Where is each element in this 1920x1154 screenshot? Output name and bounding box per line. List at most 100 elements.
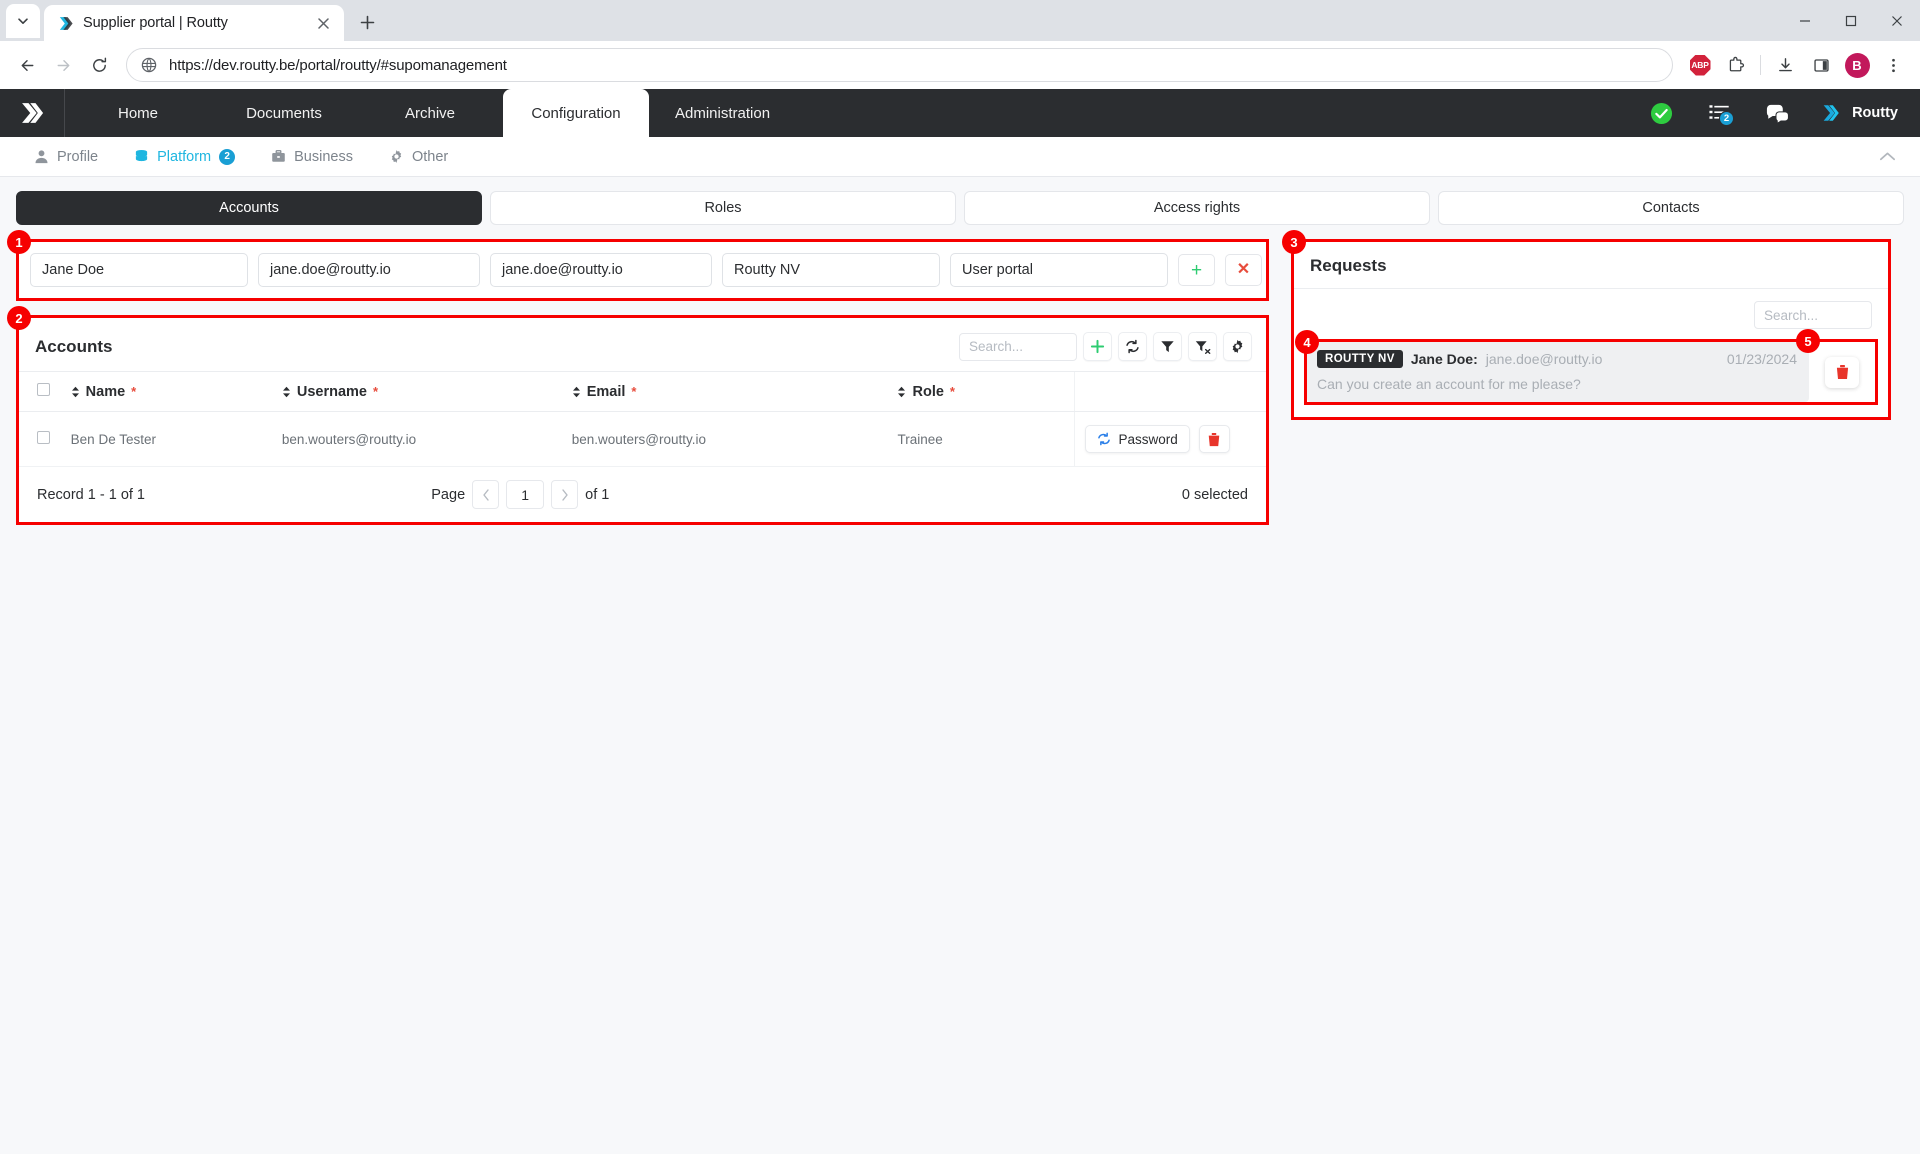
window-close-button[interactable] (1874, 0, 1920, 41)
subnav-item-platform[interactable]: Platform 2 (116, 137, 253, 177)
nav-item-configuration[interactable]: Configuration (503, 89, 649, 137)
column-header-role[interactable]: Role * (897, 372, 1075, 412)
request-date: 01/23/2024 (1727, 351, 1797, 367)
side-panel-button[interactable] (1804, 48, 1838, 82)
routty-chevron-logo-icon (1820, 101, 1842, 125)
page-total-label: of 1 (585, 487, 609, 503)
browser-chrome: Supplier portal | Routty (0, 0, 1920, 89)
delete-account-button[interactable] (1199, 425, 1230, 453)
next-page-button[interactable] (551, 480, 578, 509)
row-checkbox[interactable] (37, 431, 50, 444)
request-content[interactable]: ROUTTY NV Jane Doe: jane.doe@routty.io 0… (1307, 342, 1809, 402)
requests-card: Requests Search... 4 (1294, 242, 1888, 417)
request-email: jane.doe@routty.io (1486, 351, 1603, 367)
chat-button[interactable] (1748, 89, 1806, 137)
window-controls (1782, 0, 1920, 41)
nav-item-label: Documents (246, 105, 322, 122)
new-account-role-input[interactable]: User portal (950, 253, 1168, 287)
table-row[interactable]: Ben De Tester ben.wouters@routty.io ben.… (19, 412, 1266, 467)
accounts-card-region: 2 Accounts Search... (16, 315, 1269, 525)
reload-button[interactable] (82, 48, 116, 82)
tab-roles[interactable]: Roles (490, 191, 956, 225)
downloads-button[interactable] (1768, 48, 1802, 82)
column-header-name[interactable]: Name * (71, 372, 282, 412)
puzzle-icon (1727, 56, 1746, 75)
chevron-down-icon (17, 15, 29, 27)
nav-item-archive[interactable]: Archive (357, 89, 503, 137)
tab-search-dropdown-button[interactable] (6, 4, 40, 38)
back-button[interactable] (10, 48, 44, 82)
browser-tabstrip: Supplier portal | Routty (0, 0, 1920, 41)
clear-filter-button[interactable] (1188, 332, 1217, 361)
tab-contacts[interactable]: Contacts (1438, 191, 1904, 225)
tab-label: Roles (704, 200, 741, 216)
page-number-input[interactable]: 1 (506, 480, 544, 509)
accounts-table-body: Ben De Tester ben.wouters@routty.io ben.… (19, 412, 1266, 467)
new-tab-button[interactable] (350, 5, 384, 39)
annotation-badge-3: 3 (1282, 230, 1306, 254)
close-icon (1891, 15, 1903, 27)
sort-icon[interactable] (282, 386, 291, 398)
list-item[interactable]: ROUTTY NV Jane Doe: jane.doe@routty.io 0… (1307, 342, 1875, 402)
database-icon (134, 149, 149, 164)
window-maximize-button[interactable] (1828, 0, 1874, 41)
routty-chevron-logo-icon (18, 99, 46, 127)
refresh-icon (1097, 432, 1111, 446)
select-all-checkbox[interactable] (37, 383, 50, 396)
prev-page-button[interactable] (472, 480, 499, 509)
app-logo[interactable] (0, 89, 65, 137)
adblock-extension-button[interactable]: ABP (1683, 48, 1717, 82)
sort-icon[interactable] (897, 386, 906, 398)
search-placeholder: Search... (1764, 308, 1818, 323)
filter-button[interactable] (1153, 332, 1182, 361)
annotation-badge-4: 4 (1295, 330, 1319, 354)
column-header-email[interactable]: Email * (572, 372, 898, 412)
chrome-menu-button[interactable] (1876, 48, 1910, 82)
cell-actions: Password (1075, 412, 1266, 467)
new-account-email-input[interactable]: jane.doe@routty.io (490, 253, 712, 287)
required-marker: * (131, 385, 136, 398)
new-account-row-region: 1 Jane Doe jane.doe@routty.io jane.doe@r… (16, 239, 1269, 301)
new-account-username-input[interactable]: jane.doe@routty.io (258, 253, 480, 287)
reset-password-button[interactable]: Password (1085, 425, 1189, 453)
sort-icon[interactable] (572, 386, 581, 398)
new-account-company-input[interactable]: Routty NV (722, 253, 940, 287)
close-icon[interactable] (312, 12, 334, 34)
forward-button[interactable] (46, 48, 80, 82)
column-header-username[interactable]: Username * (282, 372, 572, 412)
extensions-button[interactable] (1719, 48, 1753, 82)
tab-access-rights[interactable]: Access rights (964, 191, 1430, 225)
nav-item-documents[interactable]: Documents (211, 89, 357, 137)
tab-accounts[interactable]: Accounts (16, 191, 482, 225)
user-menu-button[interactable]: Routty (1806, 101, 1898, 125)
tasks-button[interactable]: 2 (1690, 89, 1748, 137)
grid-settings-button[interactable] (1223, 332, 1252, 361)
nav-item-administration[interactable]: Administration (649, 89, 796, 137)
sort-icon[interactable] (71, 386, 80, 398)
new-account-name-input[interactable]: Jane Doe (30, 253, 248, 287)
window-minimize-button[interactable] (1782, 0, 1828, 41)
browser-tab[interactable]: Supplier portal | Routty (44, 5, 344, 41)
address-bar[interactable]: https://dev.routty.be/portal/routty/#sup… (126, 48, 1673, 82)
delete-request-button[interactable] (1825, 357, 1859, 388)
record-info: Record 1 - 1 of 1 (37, 487, 145, 503)
subnav-item-business[interactable]: Business (253, 137, 371, 177)
cancel-add-button[interactable]: ✕ (1225, 254, 1262, 286)
requests-search-input[interactable]: Search... (1754, 301, 1872, 329)
column-label: Role (912, 384, 943, 400)
profile-button[interactable]: B (1840, 48, 1874, 82)
browser-toolbar: https://dev.routty.be/portal/routty/#sup… (0, 41, 1920, 89)
accounts-search-input[interactable]: Search... (959, 333, 1077, 361)
subnav-item-profile[interactable]: Profile (16, 137, 116, 177)
add-account-button[interactable] (1083, 332, 1112, 361)
requests-card-region: 3 Requests Search... 4 (1291, 239, 1891, 420)
accounts-table: Name * Username (19, 372, 1266, 467)
confirm-add-button[interactable]: + (1178, 254, 1215, 286)
nav-item-home[interactable]: Home (65, 89, 211, 137)
subnav-collapse-button[interactable] (1879, 151, 1904, 162)
routty-logo-icon (56, 14, 74, 32)
status-ok-button[interactable] (1632, 89, 1690, 137)
subnav-item-other[interactable]: Other (371, 137, 466, 177)
refresh-button[interactable] (1118, 332, 1147, 361)
input-value: Routty NV (734, 262, 800, 278)
